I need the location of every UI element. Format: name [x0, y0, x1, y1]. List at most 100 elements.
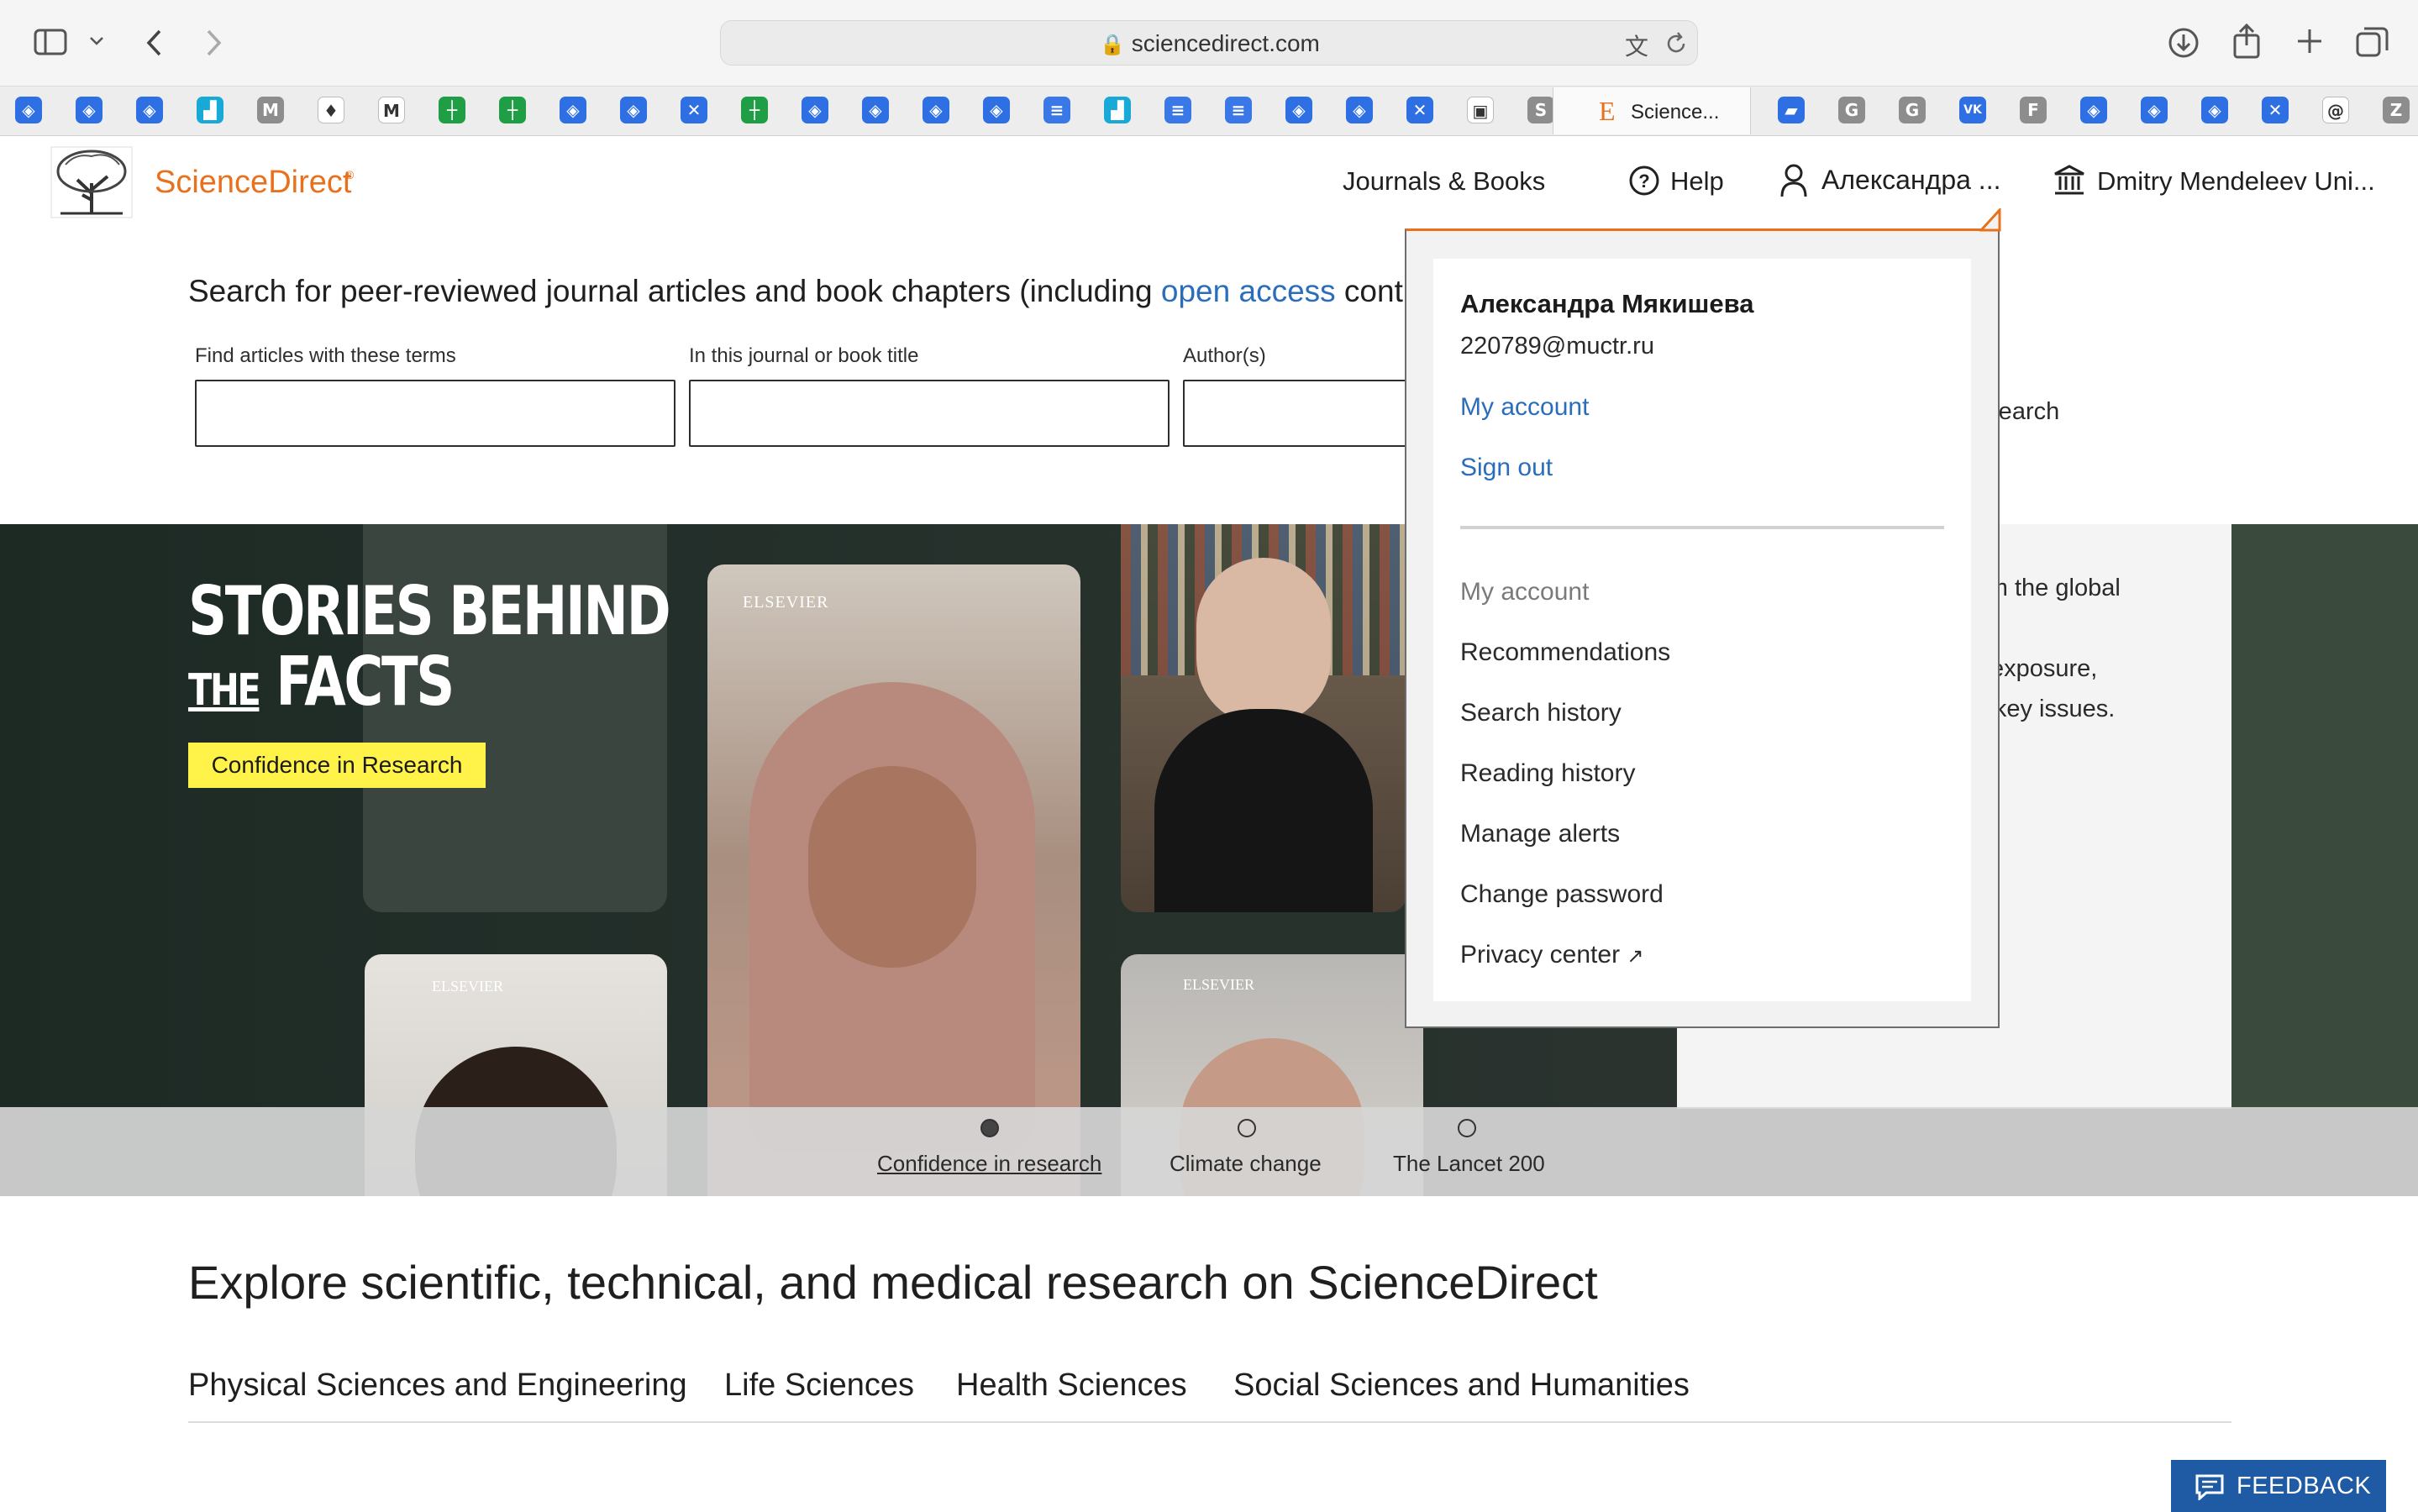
carousel-dot-3[interactable]: [1458, 1119, 1476, 1137]
favorite-chat-blue-icon[interactable]: ▰: [1778, 97, 1805, 123]
favorite-g-gray-icon[interactable]: G: [1899, 97, 1926, 123]
favorite-gmail-gray-icon[interactable]: M: [257, 97, 284, 123]
tab-overview-icon[interactable]: [2356, 25, 2389, 59]
favorite-blue-diamond-icon[interactable]: ◈: [15, 97, 42, 123]
external-link-icon: ↗: [1627, 945, 1644, 968]
carousel-label-3[interactable]: The Lancet 200: [1393, 1151, 1545, 1177]
carousel-dot-2[interactable]: [1238, 1119, 1256, 1137]
back-icon[interactable]: [145, 29, 163, 57]
search-intro-suffix: cont: [1335, 274, 1403, 308]
favorite-gmail-white-icon[interactable]: M: [378, 97, 405, 123]
favorite-blue-diamond-icon[interactable]: ◈: [2201, 97, 2228, 123]
hero-title-the: THE: [188, 665, 261, 716]
tabs-bar: ◈ ◈ ◈ ▟ M ♦ M ┼ ┼ ◈ ◈ ✕ ┼ ◈ ◈ ◈ ◈ ≡ ▟ ≡ ≡ ◈ ◈ ✕ ▣ S ▰ G G VK F ◈ ◈ ◈ ✕ @ Z: [0, 86, 2418, 136]
favorite-blue-diamond-icon[interactable]: ◈: [1285, 97, 1312, 123]
url-text: 🔒 sciencedirect.com: [721, 21, 1699, 66]
elsevier-watermark: ELSEVIER: [743, 593, 829, 612]
tab-sciencedirect[interactable]: E Science...: [1553, 87, 1751, 134]
favorite-blue-diamond-icon[interactable]: ◈: [136, 97, 163, 123]
terms-input[interactable]: [195, 380, 675, 447]
download-icon[interactable]: [2168, 27, 2200, 59]
favorite-blue-x-icon[interactable]: ✕: [1406, 97, 1433, 123]
sign-out-link[interactable]: Sign out: [1460, 454, 1553, 482]
favorite-vk-blue-icon[interactable]: VK: [1959, 97, 1986, 123]
favorite-blue-diamond-icon[interactable]: ◈: [802, 97, 828, 123]
tab-social-sciences[interactable]: Social Sciences and Humanities: [1233, 1368, 1690, 1404]
favorite-image-icon[interactable]: ▣: [1467, 97, 1494, 123]
hero-title: STORIES BEHIND THE FACTS: [188, 572, 671, 726]
hero-title-line-1: STORIES BEHIND: [188, 572, 671, 650]
favorite-blue-diamond-icon[interactable]: ◈: [2141, 97, 2168, 123]
journal-input[interactable]: [689, 380, 1170, 447]
user-menu-toggle[interactable]: Александра ...: [1821, 165, 2000, 196]
favorite-blue-diamond-icon[interactable]: ◈: [620, 97, 647, 123]
favorite-z-gray-icon[interactable]: Z: [2383, 97, 2410, 123]
sciencedirect-logo-text[interactable]: ScienceDirect: [155, 165, 351, 201]
elsevier-watermark: ELSEVIER: [1183, 976, 1254, 993]
favorite-chart-teal-icon[interactable]: ▟: [1104, 97, 1131, 123]
new-tab-icon[interactable]: [2295, 27, 2324, 55]
hero-badge: Confidence in Research: [188, 743, 486, 788]
account-full-name: Александра Мякишева: [1460, 289, 1754, 318]
elsevier-tree-logo-icon[interactable]: [50, 146, 133, 218]
favorite-gray-s-icon[interactable]: S: [1527, 97, 1554, 123]
favorite-blue-diamond-icon[interactable]: ◈: [983, 97, 1010, 123]
favorite-sheets-green-icon[interactable]: ┼: [499, 97, 526, 123]
favorite-g-gray-icon[interactable]: G: [1838, 97, 1865, 123]
favorite-sheets-green-icon[interactable]: ┼: [741, 97, 768, 123]
carousel-label-1[interactable]: Confidence in research: [877, 1151, 1101, 1177]
favorite-blue-diamond-icon[interactable]: ◈: [560, 97, 586, 123]
favorite-f-gray-icon[interactable]: F: [2020, 97, 2047, 123]
help-icon[interactable]: ?: [1628, 165, 1660, 197]
favorite-lamp-icon[interactable]: ♦: [318, 97, 344, 123]
favorite-blue-diamond-icon[interactable]: ◈: [1346, 97, 1373, 123]
favorite-chart-teal-icon[interactable]: ▟: [197, 97, 223, 123]
open-access-link[interactable]: open access: [1161, 274, 1336, 308]
favorite-blue-diamond-icon[interactable]: ◈: [923, 97, 949, 123]
help-link[interactable]: Help: [1670, 166, 1724, 197]
lock-icon: 🔒: [1100, 33, 1125, 56]
dropdown-divider: [1460, 526, 1944, 529]
institution-icon[interactable]: [2053, 165, 2085, 197]
tab-title: Science...: [1631, 101, 1720, 123]
forward-icon[interactable]: [205, 29, 223, 57]
share-icon[interactable]: [2231, 24, 2262, 59]
institution-link[interactable]: Dmitry Mendeleev Uni...: [2097, 166, 2375, 197]
browser-toolbar: 🔒 sciencedirect.com 文: [0, 0, 2418, 86]
translate-icon[interactable]: 文: [1625, 29, 1648, 62]
sidebar-toggle-icon[interactable]: [34, 29, 67, 55]
favorite-blue-diamond-icon[interactable]: ◈: [2080, 97, 2107, 123]
favorite-blue-diamond-icon[interactable]: ◈: [76, 97, 103, 123]
chevron-down-icon[interactable]: [89, 35, 104, 47]
user-icon[interactable]: [1779, 163, 1808, 198]
dropdown-pointer: [1979, 208, 2001, 232]
favorite-docs-blue-icon[interactable]: ≡: [1225, 97, 1252, 123]
my-account-link[interactable]: My account: [1460, 393, 1589, 422]
carousel-bar: Confidence in research Climate change Th…: [0, 1107, 2418, 1196]
feedback-button[interactable]: FEEDBACK: [2171, 1460, 2386, 1512]
address-bar[interactable]: 🔒 sciencedirect.com 文: [720, 20, 1698, 66]
explore-heading: Explore scientific, technical, and medic…: [188, 1256, 1598, 1309]
journals-books-link[interactable]: Journals & Books: [1343, 166, 1545, 197]
video-tile-speaker-2[interactable]: [1121, 524, 1406, 912]
search-history-link[interactable]: Search history: [1460, 699, 1622, 727]
favorite-blue-diamond-icon[interactable]: ◈: [862, 97, 889, 123]
carousel-label-2[interactable]: Climate change: [1170, 1151, 1322, 1177]
privacy-center-link[interactable]: Privacy center ↗: [1460, 941, 1644, 969]
favorite-docs-blue-icon[interactable]: ≡: [1043, 97, 1070, 123]
tab-life-sciences[interactable]: Life Sciences: [724, 1368, 914, 1404]
favorite-docs-blue-icon[interactable]: ≡: [1164, 97, 1191, 123]
video-tile-speaker-1[interactable]: ELSEVIER: [707, 564, 1080, 1196]
tab-health-sciences[interactable]: Health Sciences: [956, 1368, 1187, 1404]
carousel-dot-1[interactable]: [980, 1119, 999, 1137]
favorite-blue-x-icon[interactable]: ✕: [2262, 97, 2289, 123]
tab-physical-sciences[interactable]: Physical Sciences and Engineering: [188, 1368, 687, 1404]
favorite-blue-x-icon[interactable]: ✕: [681, 97, 707, 123]
recommendations-link[interactable]: Recommendations: [1460, 638, 1670, 667]
favorite-at-white-icon[interactable]: @: [2322, 97, 2349, 123]
manage-alerts-link[interactable]: Manage alerts: [1460, 820, 1620, 848]
reading-history-link[interactable]: Reading history: [1460, 759, 1635, 788]
change-password-link[interactable]: Change password: [1460, 880, 1664, 909]
favorite-sheets-green-icon[interactable]: ┼: [439, 97, 465, 123]
reload-icon[interactable]: [1664, 31, 1689, 56]
